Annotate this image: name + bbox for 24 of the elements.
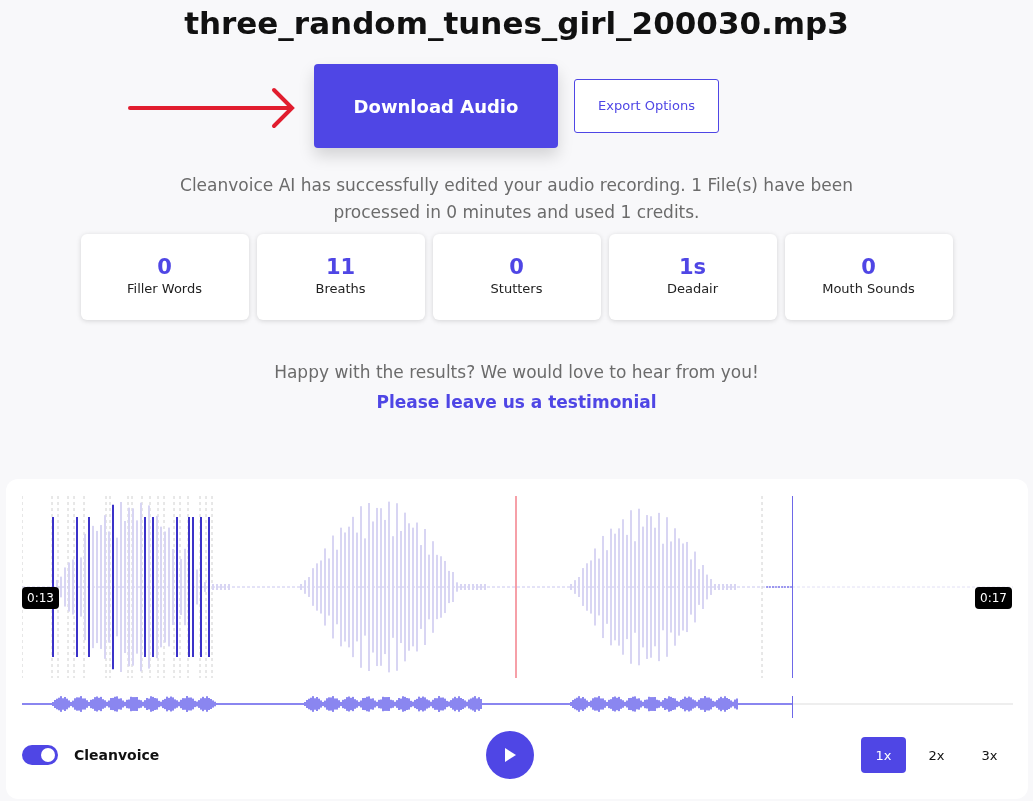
time-badge: 0:17 (975, 587, 1012, 610)
stat-label: Stutters (490, 280, 543, 299)
stat-value: 1s (678, 256, 707, 280)
status-message: Cleanvoice AI has successfully edited your audio recording. 1 File(s) have been processed in 0 minutes and used 1 credits. (179, 174, 854, 225)
feedback-text: Happy with the results? We would love to hear from you! (273, 361, 760, 385)
stat-label: Deadair (666, 280, 719, 299)
file-title: three_random_tunes_girl_200030.mp3 (183, 4, 850, 41)
play-icon (504, 748, 517, 763)
stat-value: 0 (509, 256, 524, 280)
speed-button[interactable]: 3x (967, 737, 1012, 774)
stat-label: Mouth Sounds (822, 280, 915, 299)
export-button[interactable]: Export Options (574, 79, 719, 134)
time-badge: 0:13 (22, 587, 59, 610)
speed-button[interactable]: 2x (914, 737, 959, 774)
stat-label: Filler Words (127, 280, 202, 299)
speed-button[interactable]: 1x (861, 737, 906, 774)
testimonial-link[interactable]: Please leave us a testimonial (376, 391, 657, 412)
stat-label: Breaths (315, 280, 366, 299)
toggle-switch[interactable] (22, 745, 58, 766)
toggle-label: Cleanvoice (74, 745, 160, 765)
stat-value: 0 (157, 256, 172, 280)
download-button[interactable]: Download Audio (314, 64, 558, 149)
stat-value: 0 (861, 256, 876, 280)
stat-value: 11 (325, 256, 356, 280)
